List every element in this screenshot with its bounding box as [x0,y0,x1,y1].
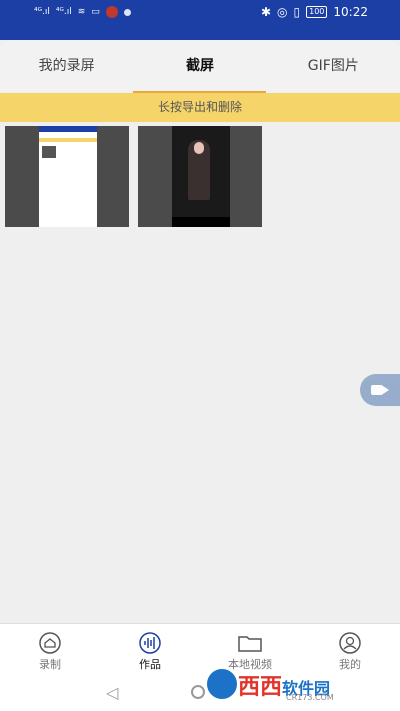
cast-icon: ▭ [91,7,100,17]
nav-label: 录制 [39,658,61,671]
nav-record[interactable]: 录制 [0,624,100,675]
tab-bar: 我的录屏 截屏 GIF图片 [0,40,400,93]
tab-gif[interactable]: GIF图片 [267,40,400,92]
nav-works[interactable]: 作品 [100,624,200,675]
preview-banner [39,138,97,142]
status-bar: ⁴ᴳ.ıl ⁴ᴳ.ıl ≋ ▭ ✱ ◎ ▯ 100 10:22 [0,0,400,40]
watermark-logo: 西西 软件园 CR173.COM [204,664,384,704]
bluetooth-icon: ✱ [260,5,272,19]
location-icon: ◎ [277,5,288,19]
preview-image [42,146,56,158]
battery-icon: 100 [306,6,328,18]
screenshot-preview [39,126,97,227]
main-sheet: 我的录屏 截屏 GIF图片 长按导出和删除 [0,40,400,711]
camera-icon [371,385,383,395]
back-icon[interactable]: ◁ [106,683,118,702]
mic-recording-icon [105,6,118,18]
hint-banner: 长按导出和删除 [0,93,400,122]
preview-toolbar [172,217,230,227]
preview-header [39,126,97,132]
user-icon [339,632,361,654]
floating-record-button[interactable] [360,374,400,406]
status-left: ⁴ᴳ.ıl ⁴ᴳ.ıl ≋ ▭ [34,6,131,18]
camera-lens-icon [383,386,389,394]
preview-face [194,142,204,154]
watermark-circle [204,666,240,702]
status-right: ✱ ◎ ▯ 100 10:22 [261,5,368,19]
home-icon [39,632,61,654]
watermark-brand: 西西 [238,675,283,700]
tab-screenshots[interactable]: 截屏 [133,40,266,92]
screenshot-preview [172,126,230,227]
screenshot-thumbnail[interactable] [138,126,262,227]
signal-icon: ⁴ᴳ.ıl [55,7,72,17]
mute-icon: ▯ [293,5,301,19]
wifi-icon: ≋ [77,7,86,17]
nav-label: 作品 [139,658,161,671]
notification-dot-icon [123,8,131,16]
tab-my-recordings[interactable]: 我的录屏 [0,40,133,92]
clock: 10:22 [333,5,368,19]
folder-icon [238,636,262,652]
home-circle-icon[interactable] [191,685,205,699]
watermark-url: CR173.COM [286,693,334,702]
screenshot-thumbnail[interactable] [5,126,129,227]
waveform-icon [139,632,161,654]
signal-icon: ⁴ᴳ.ıl [34,7,50,17]
